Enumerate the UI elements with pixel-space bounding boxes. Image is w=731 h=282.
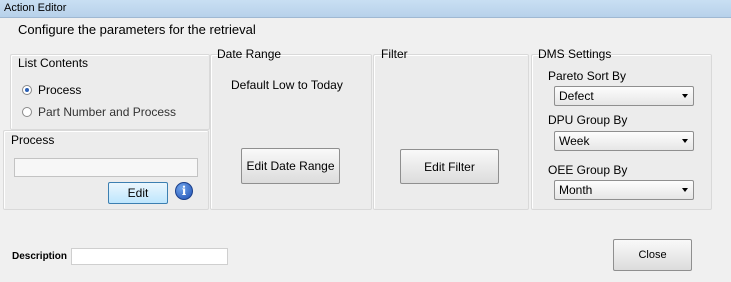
radio-process-label: Process: [38, 83, 82, 97]
dms-settings-label: DMS Settings: [538, 47, 612, 61]
info-icon[interactable]: i: [175, 182, 193, 200]
chevron-down-icon: [682, 94, 688, 98]
process-field[interactable]: [14, 158, 198, 177]
filter-label: Filter: [381, 47, 408, 61]
description-input[interactable]: [71, 248, 228, 265]
process-label: Process: [11, 133, 55, 147]
dpu-group-value: Week: [559, 134, 590, 148]
edit-date-range-button[interactable]: Edit Date Range: [241, 148, 340, 184]
radio-process[interactable]: Process: [22, 83, 81, 97]
page-subtitle: Configure the parameters for the retriev…: [18, 22, 256, 37]
oee-group-select[interactable]: Month: [554, 180, 694, 200]
date-range-label: Date Range: [217, 47, 282, 61]
pareto-sort-value: Defect: [559, 89, 594, 103]
radio-unchecked-icon: [22, 107, 32, 117]
dpu-group-label: DPU Group By: [548, 113, 628, 127]
edit-process-button[interactable]: Edit: [108, 182, 168, 204]
oee-group-value: Month: [559, 183, 593, 197]
close-button[interactable]: Close: [613, 239, 692, 271]
oee-group-label: OEE Group By: [548, 163, 628, 177]
edit-filter-button[interactable]: Edit Filter: [400, 149, 499, 184]
window-title: Action Editor: [4, 2, 67, 14]
date-range-value: Default Low to Today: [231, 78, 343, 92]
chevron-down-icon: [682, 188, 688, 192]
description-label: Description: [12, 251, 68, 262]
filter-group: [373, 54, 529, 210]
radio-part-number-and-process[interactable]: Part Number and Process: [22, 105, 176, 119]
radio-part-number-label: Part Number and Process: [38, 105, 177, 119]
dpu-group-select[interactable]: Week: [554, 131, 694, 151]
title-bar: Action Editor: [0, 0, 731, 18]
radio-checked-icon: [22, 85, 32, 95]
chevron-down-icon: [682, 139, 688, 143]
pareto-sort-select[interactable]: Defect: [554, 86, 694, 106]
list-contents-label: List Contents: [18, 56, 89, 70]
pareto-sort-label: Pareto Sort By: [548, 69, 627, 83]
